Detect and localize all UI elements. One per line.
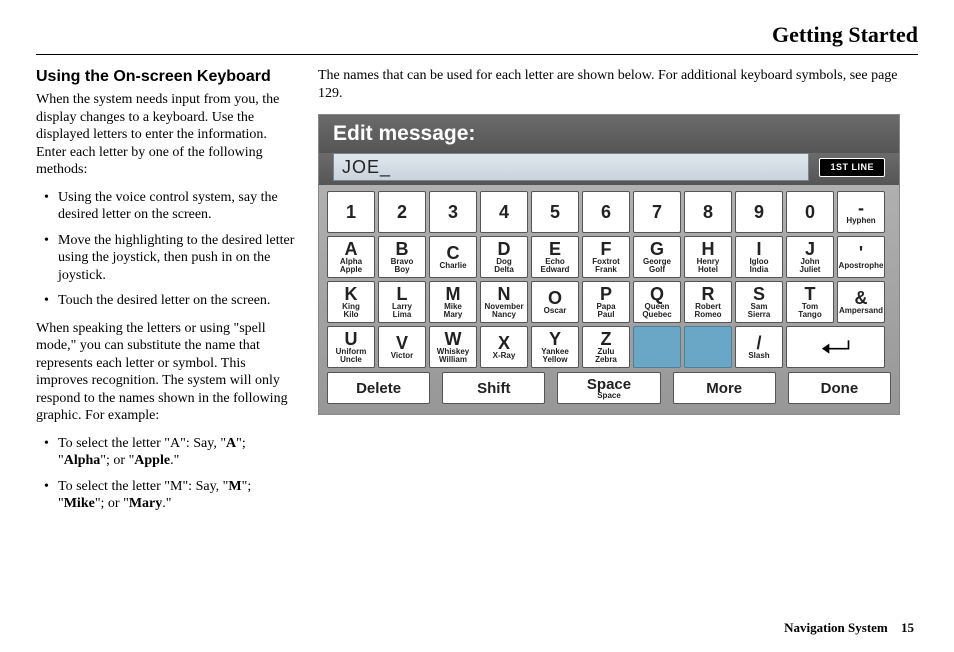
key-0[interactable]: 0 bbox=[786, 191, 834, 233]
key-&[interactable]: &Ampersand bbox=[837, 281, 885, 323]
key-u[interactable]: UUniformUncle bbox=[327, 326, 375, 368]
key-1[interactable]: 1 bbox=[327, 191, 375, 233]
intro-para: When the system needs input from you, th… bbox=[36, 91, 296, 179]
key-t[interactable]: TTomTango bbox=[786, 281, 834, 323]
page-footer: Navigation System 15 bbox=[784, 620, 914, 636]
list-item: To select the letter "A": Say, "A"; "Alp… bbox=[44, 435, 296, 470]
key-blank[interactable] bbox=[684, 326, 732, 368]
key-y[interactable]: YYankeeYellow bbox=[531, 326, 579, 368]
key-v[interactable]: VVictor bbox=[378, 326, 426, 368]
key-7[interactable]: 7 bbox=[633, 191, 681, 233]
done-button[interactable]: Done bbox=[788, 372, 891, 404]
keyboard-input-row: JOE_ 1ST LINE bbox=[319, 153, 899, 185]
delete-button[interactable]: Delete bbox=[327, 372, 430, 404]
list-item: Touch the desired letter on the screen. bbox=[44, 292, 296, 310]
key-'[interactable]: 'Apostrophe bbox=[837, 236, 885, 278]
right-column: The names that can be used for each lett… bbox=[318, 67, 918, 523]
key-2[interactable]: 2 bbox=[378, 191, 426, 233]
key-g[interactable]: GGeorgeGolf bbox=[633, 236, 681, 278]
list-item: Using the voice control system, say the … bbox=[44, 189, 296, 224]
key-s[interactable]: SSamSierra bbox=[735, 281, 783, 323]
shift-button[interactable]: Shift bbox=[442, 372, 545, 404]
key-d[interactable]: DDogDelta bbox=[480, 236, 528, 278]
line-badge[interactable]: 1ST LINE bbox=[819, 158, 885, 177]
key-x[interactable]: XX-Ray bbox=[480, 326, 528, 368]
key-8[interactable]: 8 bbox=[684, 191, 732, 233]
key-k[interactable]: KKingKilo bbox=[327, 281, 375, 323]
key-5[interactable]: 5 bbox=[531, 191, 579, 233]
more-button[interactable]: More bbox=[673, 372, 776, 404]
space-button[interactable]: SpaceSpace bbox=[557, 372, 660, 404]
key-r[interactable]: RRobertRomeo bbox=[684, 281, 732, 323]
key--[interactable]: -Hyphen bbox=[837, 191, 885, 233]
key-m[interactable]: MMikeMary bbox=[429, 281, 477, 323]
list-item: To select the letter "M": Say, "M"; "Mik… bbox=[44, 478, 296, 513]
key-blank[interactable] bbox=[633, 326, 681, 368]
key-l[interactable]: LLarryLima bbox=[378, 281, 426, 323]
key-a[interactable]: AAlphaApple bbox=[327, 236, 375, 278]
header-rule bbox=[36, 54, 918, 55]
key-i[interactable]: IIglooIndia bbox=[735, 236, 783, 278]
spellmode-para: When speaking the letters or using "spel… bbox=[36, 320, 296, 425]
key-q[interactable]: QQueenQuebec bbox=[633, 281, 681, 323]
message-input[interactable]: JOE_ bbox=[333, 153, 809, 181]
page-number: 15 bbox=[901, 620, 914, 635]
key-grid: 1234567890-Hyphen AAlphaAppleBBravoBoyCC… bbox=[319, 185, 899, 414]
methods-list: Using the voice control system, say the … bbox=[36, 189, 296, 310]
key-f[interactable]: FFoxtrotFrank bbox=[582, 236, 630, 278]
onscreen-keyboard: Edit message: JOE_ 1ST LINE 1234567890-H… bbox=[318, 114, 900, 415]
page-header: Getting Started bbox=[36, 22, 918, 52]
key-z[interactable]: ZZuluZebra bbox=[582, 326, 630, 368]
key-n[interactable]: NNovemberNancy bbox=[480, 281, 528, 323]
key-/[interactable]: /Slash bbox=[735, 326, 783, 368]
enter-key[interactable] bbox=[786, 326, 885, 368]
key-6[interactable]: 6 bbox=[582, 191, 630, 233]
keyboard-intro: The names that can be used for each lett… bbox=[318, 67, 918, 102]
key-e[interactable]: EEchoEdward bbox=[531, 236, 579, 278]
footer-label: Navigation System bbox=[784, 620, 888, 635]
keyboard-title: Edit message: bbox=[319, 115, 899, 153]
key-h[interactable]: HHenryHotel bbox=[684, 236, 732, 278]
key-3[interactable]: 3 bbox=[429, 191, 477, 233]
examples-list: To select the letter "A": Say, "A"; "Alp… bbox=[36, 435, 296, 513]
list-item: Move the highlighting to the desired let… bbox=[44, 232, 296, 285]
section-heading: Using the On-screen Keyboard bbox=[36, 67, 296, 87]
left-column: Using the On-screen Keyboard When the sy… bbox=[36, 67, 296, 523]
key-b[interactable]: BBravoBoy bbox=[378, 236, 426, 278]
key-c[interactable]: CCharlie bbox=[429, 236, 477, 278]
key-p[interactable]: PPapaPaul bbox=[582, 281, 630, 323]
key-w[interactable]: WWhiskeyWilliam bbox=[429, 326, 477, 368]
key-j[interactable]: JJohnJuliet bbox=[786, 236, 834, 278]
key-4[interactable]: 4 bbox=[480, 191, 528, 233]
key-9[interactable]: 9 bbox=[735, 191, 783, 233]
key-o[interactable]: OOscar bbox=[531, 281, 579, 323]
